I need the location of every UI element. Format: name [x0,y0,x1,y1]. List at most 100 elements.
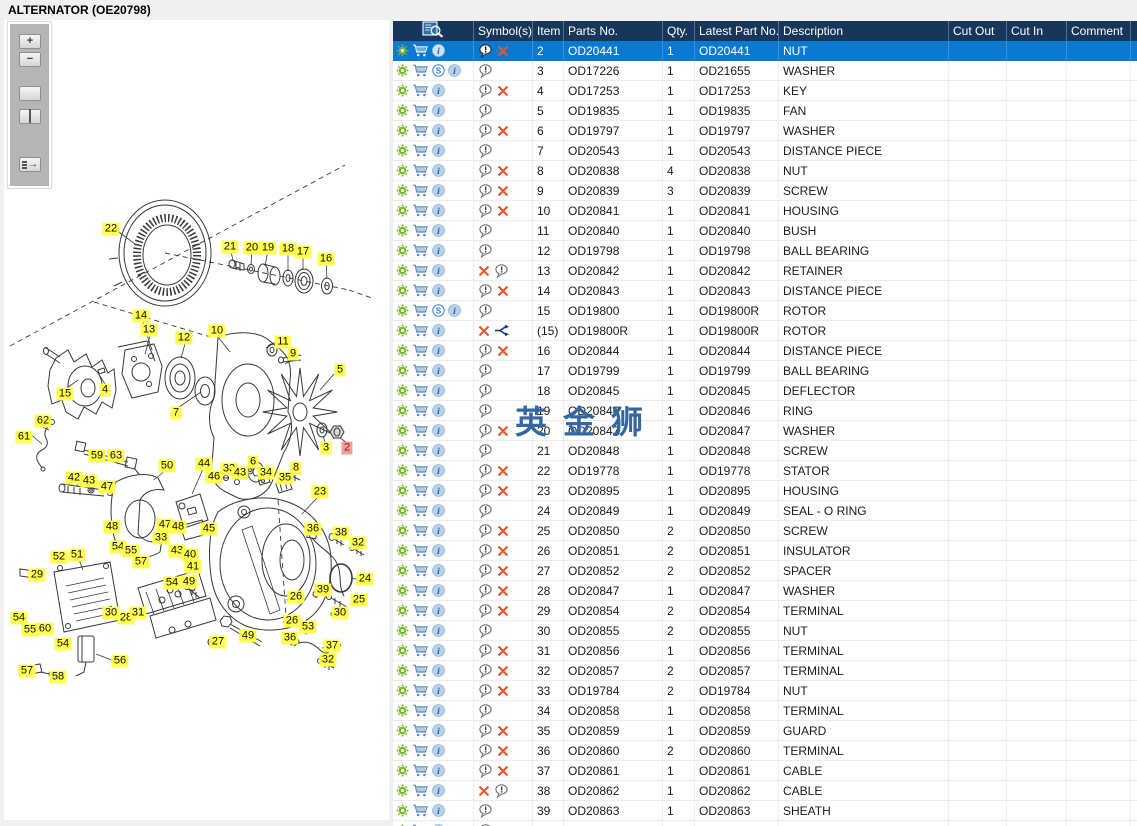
gear-icon[interactable] [396,364,409,377]
table-row-item-27[interactable]: i 27 OD20852 2 OD20852 SPACER [393,561,1137,581]
diagram-callout-12[interactable]: 12 [175,331,193,345]
cart-icon[interactable] [412,664,429,677]
diagram-callout-32[interactable]: 32 [319,653,337,667]
diagram-callout-48[interactable]: 48 [169,520,187,534]
diagram-callout-14[interactable]: 14 [132,309,150,323]
cart-icon[interactable] [412,804,429,817]
gear-icon[interactable] [396,324,409,337]
diagram-callout-17[interactable]: 17 [294,245,312,259]
info-icon[interactable]: i [432,364,445,377]
info-icon[interactable]: i [432,44,445,57]
diagram-callout-43[interactable]: 43 [80,474,98,488]
diagram-callout-39[interactable]: 39 [314,583,332,597]
zoom-out-button[interactable]: − [19,52,41,67]
gear-icon[interactable] [396,104,409,117]
table-row-partial[interactable]: i [393,821,1137,826]
table-row-item-16[interactable]: i 16 OD20844 1 OD20844 DISTANCE PIECE [393,341,1137,361]
table-row-item-4[interactable]: i 4 OD17253 1 OD17253 KEY [393,81,1137,101]
info-icon[interactable]: i [432,744,445,757]
cart-icon[interactable] [412,284,429,297]
table-row-item-25[interactable]: i 25 OD20850 2 OD20850 SCREW [393,521,1137,541]
cart-icon[interactable] [412,684,429,697]
info-icon[interactable]: i [432,204,445,217]
info-icon[interactable]: i [432,464,445,477]
cart-icon[interactable] [412,364,429,377]
table-row-item-20[interactable]: i 20 OD20847 1 OD20847 WASHER [393,421,1137,441]
table-row-item-(15)[interactable]: i (15) OD19800R 1 OD19800R ROTOR [393,321,1137,341]
diagram-callout-48[interactable]: 48 [103,520,121,534]
info-icon[interactable]: i [432,144,445,157]
diagram-callout-2-selected[interactable]: 2 [341,441,353,455]
diagram-callout-15[interactable]: 15 [56,387,74,401]
cart-icon[interactable] [412,344,429,357]
info-icon[interactable]: i [432,564,445,577]
gear-icon[interactable] [396,604,409,617]
table-row-item-7[interactable]: i 7 OD20543 1 OD20543 DISTANCE PIECE [393,141,1137,161]
gear-icon[interactable] [396,304,409,317]
gear-icon[interactable] [396,224,409,237]
gear-icon[interactable] [396,784,409,797]
diagram-callout-43[interactable]: 43 [231,466,249,480]
gear-icon[interactable] [396,164,409,177]
table-row-item-9[interactable]: i 9 OD20839 3 OD20839 SCREW [393,181,1137,201]
table-row-item-31[interactable]: i 31 OD20856 1 OD20856 TERMINAL [393,641,1137,661]
cart-icon[interactable] [412,404,429,417]
info-icon[interactable]: i [432,104,445,117]
gear-icon[interactable] [396,504,409,517]
table-row-item-29[interactable]: i 29 OD20854 2 OD20854 TERMINAL [393,601,1137,621]
info-icon[interactable]: i [432,124,445,137]
info-icon[interactable]: i [432,484,445,497]
supersession-icon[interactable]: S [432,64,445,77]
cart-icon[interactable] [412,644,429,657]
gear-icon[interactable] [396,704,409,717]
gear-icon[interactable] [396,424,409,437]
diagram-callout-30[interactable]: 30 [331,606,349,620]
cart-icon[interactable] [412,604,429,617]
cart-icon[interactable] [412,784,429,797]
diagram-callout-53[interactable]: 53 [299,620,317,634]
gear-icon[interactable] [396,764,409,777]
diagram-callout-21[interactable]: 21 [221,240,239,254]
info-icon[interactable]: i [432,544,445,557]
info-icon[interactable]: i [432,664,445,677]
gear-icon[interactable] [396,584,409,597]
diagram-callout-19[interactable]: 19 [259,241,277,255]
info-icon[interactable]: i [432,584,445,597]
table-row-item-10[interactable]: i 10 OD20841 1 OD20841 HOUSING [393,201,1137,221]
diagram-callout-62[interactable]: 62 [34,414,52,428]
cart-icon[interactable] [412,324,429,337]
table-row-item-39[interactable]: i 39 OD20863 1 OD20863 SHEATH [393,801,1137,821]
table-row-item-26[interactable]: i 26 OD20851 2 OD20851 INSULATOR [393,541,1137,561]
export-button[interactable]: → [19,157,41,172]
gear-icon[interactable] [396,64,409,77]
gear-icon[interactable] [396,684,409,697]
table-row-item-18[interactable]: i 18 OD20845 1 OD20845 DEFLECTOR [393,381,1137,401]
gear-icon[interactable] [396,264,409,277]
diagram-callout-41[interactable]: 41 [184,560,202,574]
cart-icon[interactable] [412,564,429,577]
info-icon[interactable]: i [432,644,445,657]
diagram-callout-25[interactable]: 25 [350,593,368,607]
diagram-callout-24[interactable]: 24 [356,572,374,586]
diagram-callout-57[interactable]: 57 [18,664,36,678]
diagram-callout-38[interactable]: 38 [332,526,350,540]
info-icon[interactable]: i [432,164,445,177]
info-icon[interactable]: i [432,604,445,617]
info-icon[interactable]: i [432,344,445,357]
diagram-callout-13[interactable]: 13 [140,323,158,337]
diagram-callout-31[interactable]: 31 [129,606,147,620]
diagram-callout-3[interactable]: 3 [320,441,332,455]
table-row-item-11[interactable]: i 11 OD20840 1 OD20840 BUSH [393,221,1137,241]
info-icon[interactable]: i [432,524,445,537]
diagram-callout-37[interactable]: 37 [323,639,341,653]
fit-view-button[interactable] [19,109,41,124]
diagram-callout-22[interactable]: 22 [102,222,120,236]
gear-icon[interactable] [396,84,409,97]
diagram-callout-27[interactable]: 27 [209,635,227,649]
diagram-callout-20[interactable]: 20 [243,241,261,255]
cart-icon[interactable] [412,724,429,737]
table-row-item-5[interactable]: i 5 OD19835 1 OD19835 FAN [393,101,1137,121]
info-icon[interactable]: i [432,624,445,637]
cart-icon[interactable] [412,484,429,497]
diagram-callout-23[interactable]: 23 [311,485,329,499]
